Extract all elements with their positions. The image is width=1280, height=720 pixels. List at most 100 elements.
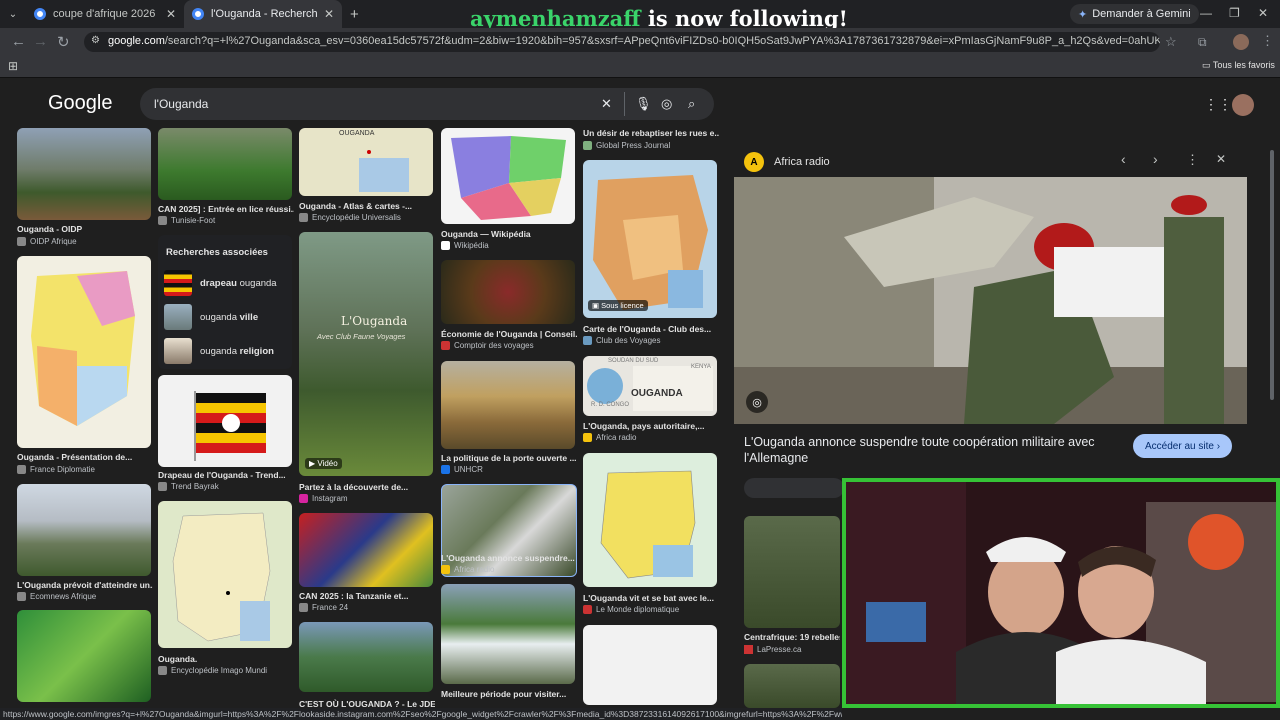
result-caption[interactable]: Partez à la découverte de... [299,482,435,492]
result-image[interactable] [158,128,292,200]
result-caption[interactable]: Ouganda - Atlas & cartes -... [299,201,435,211]
map-label-kenya: KENYA [691,364,711,370]
result-caption[interactable]: Meilleure période pour visiter... [441,689,577,699]
visit-site-button[interactable]: Accéder au site › [1133,434,1233,458]
previous-icon[interactable]: ‹ [1121,151,1126,167]
related-result-caption[interactable]: Centrafrique: 19 rebelles... [744,632,840,642]
lens-search-icon[interactable]: ◎ [746,391,768,413]
result-video[interactable]: L'Ouganda Avec Club Faune Voyages ▶ Vidé… [299,232,433,476]
result-image[interactable]: ▣ Sous licence [583,160,717,318]
source-logo[interactable]: A [744,152,764,172]
result-source: Trend Bayrak [158,482,219,491]
more-options-icon[interactable]: ⋮ [1186,152,1199,168]
result-caption[interactable]: L'Ouganda annonce suspendre... [441,553,577,563]
result-caption[interactable]: Drapeau de l'Ouganda - Trend... [158,470,294,480]
account-avatar[interactable] [1232,94,1254,116]
result-caption[interactable]: La politique de la porte ouverte ... [441,453,577,463]
result-image[interactable] [583,625,717,705]
result-image[interactable] [158,501,292,648]
preview-image[interactable]: ◎ [734,177,1247,424]
result-image[interactable] [299,622,433,692]
result-image[interactable] [17,128,151,220]
result-caption[interactable]: CAN 2025] : Entrée en lice réussi... [158,204,294,214]
maximize-icon[interactable]: ❐ [1229,6,1240,20]
extensions-icon[interactable]: ⧉ [1198,35,1207,50]
preview-title[interactable]: L'Ouganda annonce suspendre toute coopér… [744,434,1104,466]
result-caption[interactable]: Carte de l'Ouganda - Club des... [583,324,719,334]
source-icon [441,465,450,474]
related-result-image-2[interactable] [744,664,840,708]
tab-ouganda[interactable]: l'Ouganda - Recherche Google ✕ [184,0,342,28]
result-caption[interactable]: Économie de l'Ouganda | Conseil... [441,329,577,339]
panel-scrollbar[interactable] [1270,150,1274,400]
result-caption[interactable]: Ouganda - Présentation de... [17,452,153,462]
google-logo[interactable]: Google [48,92,113,115]
related-thumb [164,338,192,364]
result-caption[interactable]: C'EST OÙ L'OUGANDA ? - Le JDE [299,699,435,708]
address-bar[interactable]: google.com/search?q=+l%27Ouganda&sca_esv… [84,32,1160,52]
related-item-religion[interactable]: ouganda religion [164,337,288,365]
forward-icon[interactable]: → [33,33,48,50]
result-caption[interactable]: L'Ouganda vit et se bat avec le... [583,593,719,603]
all-bookmarks[interactable]: ▭ Tous les favoris [1202,60,1275,71]
back-icon[interactable]: ← [11,33,26,50]
result-source-label: Africa radio [596,433,637,442]
result-caption[interactable]: Ouganda - OIDP [17,224,153,234]
profile-avatar[interactable] [1233,34,1249,50]
result-image[interactable] [299,513,433,587]
bookmark-star-icon[interactable]: ☆ [1165,34,1177,50]
result-image[interactable] [17,610,151,702]
window-close-icon[interactable]: ✕ [1258,6,1268,20]
result-caption[interactable]: Ouganda. [158,654,294,664]
gemini-button[interactable]: ✦ Demander à Gemini [1070,4,1199,24]
tab-coupe-afrique[interactable]: coupe d'afrique 2026 2027 - Re ✕ [26,0,184,28]
related-result-image[interactable] [744,516,840,628]
uganda-map-graphic [600,470,696,579]
result-caption[interactable]: CAN 2025 : la Tanzanie et... [299,591,435,601]
apps-grid-icon[interactable]: ⊞ [8,59,18,73]
result-image[interactable] [441,260,575,324]
result-caption[interactable]: L'Ouganda prévoit d'atteindre un... [17,580,153,590]
result-image[interactable] [17,256,151,448]
visit-site-label: Accéder au site [1145,440,1214,452]
webcam-overlay [842,478,1280,708]
preview-source[interactable]: Africa radio [774,156,830,168]
reload-icon[interactable]: ↻ [57,33,70,51]
result-image[interactable] [17,484,151,576]
next-icon[interactable]: › [1153,151,1158,167]
related-item-drapeau[interactable]: drapeau ouganda [164,269,288,297]
result-source: Tunisie-Foot [158,216,215,225]
result-image-selected[interactable] [441,484,577,577]
site-info-icon[interactable]: ⚙ [91,35,100,46]
url-host: google.com [108,35,165,47]
result-image[interactable]: SOUDAN DU SUD KENYA OUGANDA R. D. CONGO [583,356,717,416]
result-image[interactable] [441,128,575,224]
uganda-map-graphic [31,271,135,426]
folder-icon: ▭ [1202,60,1211,70]
menu-dots-icon[interactable]: ⋮ [1261,33,1274,49]
search-icon[interactable]: ⌕ [688,96,695,112]
lens-icon[interactable]: ◎ [661,96,672,112]
related-item-ville[interactable]: ouganda ville [164,303,288,331]
result-image[interactable]: OUGANDA [299,128,433,196]
result-caption[interactable]: Un désir de rebaptiser les rues e... [583,128,719,138]
close-tab-icon[interactable]: ✕ [166,7,176,21]
result-caption[interactable]: Ouganda — Wikipédia [441,229,577,239]
tab-search-icon[interactable]: ⌄ [0,9,26,20]
related-thumb [164,270,192,296]
result-image[interactable] [158,375,292,467]
result-image[interactable] [441,584,575,684]
clear-icon[interactable]: ✕ [601,96,612,112]
close-panel-icon[interactable]: ✕ [1216,152,1226,166]
result-caption[interactable]: L'Ouganda, pays autoritaire,... [583,421,719,431]
new-tab-button[interactable]: + [350,6,359,23]
panel-action-bar[interactable] [744,478,844,498]
search-box[interactable] [140,88,714,120]
minimize-icon[interactable]: — [1200,6,1212,20]
google-apps-icon[interactable]: ⋮⋮ [1204,96,1232,113]
result-image[interactable] [441,361,575,449]
close-tab-icon[interactable]: ✕ [324,7,334,21]
search-input[interactable]: l'Ouganda [154,97,208,111]
result-image[interactable] [583,453,717,587]
microphone-icon[interactable]: 🎙 [635,96,652,112]
